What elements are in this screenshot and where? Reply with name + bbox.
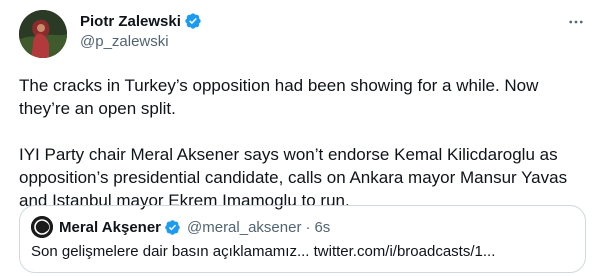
quoted-tweet-text: Son gelişmelere dair basın açıklamamız..…: [31, 243, 496, 260]
quoted-author-handle[interactable]: @meral_aksener: [187, 219, 301, 236]
quoted-author-avatar[interactable]: [31, 216, 53, 238]
quoted-tweet-header: Meral Akşener @meral_aksener · 6s: [31, 216, 330, 238]
quoted-tweet[interactable]: Meral Akşener @meral_aksener · 6s Son ge…: [19, 205, 586, 273]
author-avatar[interactable]: [19, 10, 67, 58]
author-handle[interactable]: @p_zalewski: [80, 33, 169, 50]
author-display-name[interactable]: Piotr Zalewski: [80, 13, 181, 30]
more-options-icon[interactable]: [566, 12, 586, 32]
verified-badge-icon: [184, 12, 202, 30]
tweet-text: The cracks in Turkey’s opposition had be…: [19, 74, 594, 212]
quoted-separator-dot: ·: [305, 218, 311, 236]
tweet-card: Piotr Zalewski @p_zalewski The cracks in…: [0, 0, 610, 276]
author-name-row: Piotr Zalewski: [80, 11, 202, 31]
quoted-timestamp[interactable]: 6s: [314, 219, 330, 236]
tweet-paragraph-2: IYI Party chair Meral Aksener says won’t…: [19, 145, 568, 210]
tweet-paragraph-1: The cracks in Turkey’s opposition had be…: [19, 76, 539, 118]
quoted-author-name[interactable]: Meral Akşener: [59, 219, 161, 236]
quoted-verified-badge-icon: [164, 219, 181, 236]
